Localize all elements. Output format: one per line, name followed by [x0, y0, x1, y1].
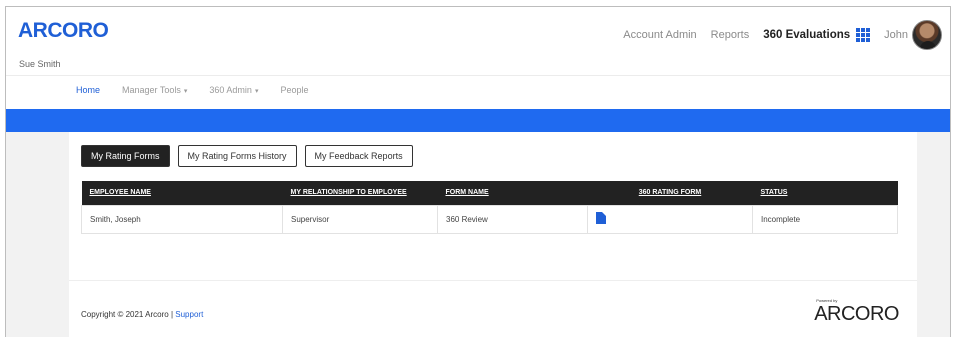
- main-panel: My Rating Forms My Rating Forms History …: [69, 132, 917, 337]
- app-window: ARCORO Sue Smith Account Admin Reports 3…: [5, 6, 951, 337]
- col-employee-name[interactable]: EMPLOYEE NAME: [81, 181, 283, 205]
- secondary-nav: Home Manager Tools ▾ 360 Admin ▾ People: [76, 85, 308, 95]
- col-status[interactable]: STATUS: [752, 181, 898, 205]
- copyright-text: Copyright © 2021 Arcoro |: [81, 310, 174, 319]
- app-grid-icon[interactable]: [856, 28, 871, 42]
- reports-link[interactable]: Reports: [711, 29, 750, 41]
- col-form-name[interactable]: FORM NAME: [437, 181, 588, 205]
- footer-divider: [69, 280, 917, 281]
- user-name: John: [884, 29, 908, 41]
- nav-360-admin[interactable]: 360 Admin ▾: [209, 85, 258, 95]
- app-switcher[interactable]: 360 Evaluations: [763, 28, 871, 42]
- cell-relationship: Supervisor: [282, 204, 438, 234]
- current-user-label: Sue Smith: [19, 59, 61, 69]
- chevron-down-icon: ▾: [254, 88, 259, 95]
- cell-form-name: 360 Review: [437, 204, 588, 234]
- avatar[interactable]: [912, 20, 942, 50]
- current-app-label: 360 Evaluations: [763, 29, 851, 41]
- header-divider: [6, 75, 950, 76]
- powered-by: Powered by ARCORO: [814, 298, 899, 326]
- nav-people[interactable]: People: [280, 85, 308, 95]
- cell-rating-form: [587, 204, 753, 234]
- tab-bar: My Rating Forms My Rating Forms History …: [81, 145, 413, 167]
- tab-my-rating-forms[interactable]: My Rating Forms: [81, 145, 170, 167]
- table-row: Smith, Joseph Supervisor 360 Review Inco…: [81, 204, 898, 234]
- top-nav: Account Admin Reports 360 Evaluations Jo…: [623, 19, 942, 51]
- page-banner: [6, 109, 950, 132]
- document-icon[interactable]: [596, 212, 606, 224]
- nav-360-admin-label: 360 Admin: [209, 85, 252, 95]
- support-link[interactable]: Support: [175, 310, 203, 319]
- col-relationship[interactable]: MY RELATIONSHIP TO EMPLOYEE: [282, 181, 438, 205]
- rating-forms-table: EMPLOYEE NAME MY RELATIONSHIP TO EMPLOYE…: [81, 181, 898, 234]
- arcoro-logo[interactable]: ARCORO: [18, 19, 109, 43]
- nav-manager-tools-label: Manager Tools: [122, 85, 181, 95]
- nav-manager-tools[interactable]: Manager Tools ▾: [122, 85, 187, 95]
- tab-my-rating-forms-history[interactable]: My Rating Forms History: [177, 145, 297, 167]
- arcoro-footer-logo: ARCORO: [814, 303, 899, 325]
- cell-status: Incomplete: [752, 204, 898, 234]
- user-menu[interactable]: John: [884, 20, 942, 50]
- tab-my-feedback-reports[interactable]: My Feedback Reports: [304, 145, 413, 167]
- col-360-rating-form: 360 RATING FORM: [587, 181, 753, 205]
- nav-home[interactable]: Home: [76, 85, 100, 95]
- chevron-down-icon: ▾: [183, 88, 188, 95]
- cell-employee-name: Smith, Joseph: [81, 204, 283, 234]
- account-admin-link[interactable]: Account Admin: [623, 29, 696, 41]
- copyright: Copyright © 2021 Arcoro | Support: [81, 310, 203, 319]
